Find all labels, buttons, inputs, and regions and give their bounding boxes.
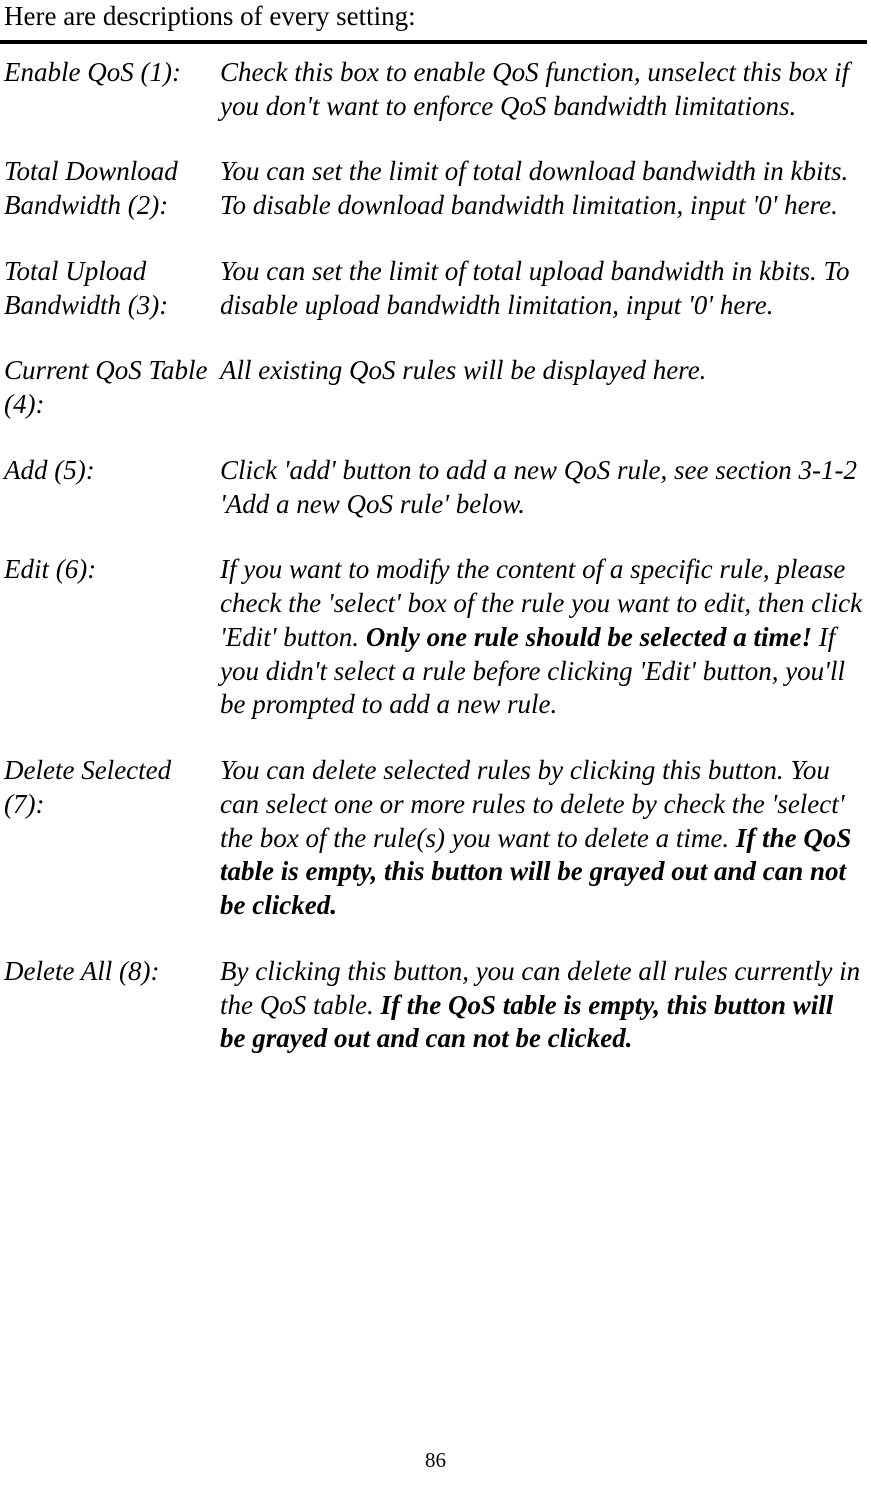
- page-number: 86: [0, 1448, 871, 1473]
- definition-term: Total Upload Bandwidth (3):: [0, 255, 220, 323]
- definition-description: Click 'add' button to add a new QoS rule…: [220, 454, 867, 522]
- definition-description: Check this box to enable QoS function, u…: [220, 56, 867, 124]
- desc-text: Check this box to enable QoS function, u…: [220, 57, 849, 121]
- definition-row: Total Upload Bandwidth (3): You can set …: [0, 255, 867, 323]
- desc-text: You can set the limit of total download …: [220, 156, 848, 220]
- definition-description: If you want to modify the content of a s…: [220, 553, 867, 722]
- definition-row: Add (5): Click 'add' button to add a new…: [0, 454, 867, 522]
- desc-bold: Only one rule should be selected a time!: [366, 622, 812, 652]
- definition-term: Delete Selected (7):: [0, 754, 220, 923]
- definition-term: Total Download Bandwidth (2):: [0, 155, 220, 223]
- definition-term: Edit (6):: [0, 553, 220, 722]
- definition-term: Enable QoS (1):: [0, 56, 220, 124]
- definition-row: Enable QoS (1): Check this box to enable…: [0, 56, 867, 124]
- definition-description: You can delete selected rules by clickin…: [220, 754, 867, 923]
- definition-row: Current QoS Table (4): All existing QoS …: [0, 354, 867, 422]
- desc-text: You can set the limit of total upload ba…: [220, 256, 850, 320]
- definition-row: Delete All (8): By clicking this button,…: [0, 955, 867, 1056]
- definition-description: You can set the limit of total download …: [220, 155, 867, 223]
- definition-row: Total Download Bandwidth (2): You can se…: [0, 155, 867, 223]
- definition-row: Edit (6): If you want to modify the cont…: [0, 553, 867, 722]
- definition-description: All existing QoS rules will be displayed…: [220, 354, 867, 422]
- desc-text: All existing QoS rules will be displayed…: [220, 355, 706, 385]
- definition-term: Current QoS Table (4):: [0, 354, 220, 422]
- desc-text: Click 'add' button to add a new QoS rule…: [220, 455, 857, 519]
- definition-row: Delete Selected (7): You can delete sele…: [0, 754, 867, 923]
- definition-term: Delete All (8):: [0, 955, 220, 1056]
- horizontal-rule: [0, 40, 867, 44]
- document-page: Here are descriptions of every setting: …: [0, 0, 871, 1487]
- definitions-list: Enable QoS (1): Check this box to enable…: [0, 56, 867, 1056]
- intro-text: Here are descriptions of every setting:: [0, 0, 867, 34]
- definition-term: Add (5):: [0, 454, 220, 522]
- definition-description: You can set the limit of total upload ba…: [220, 255, 867, 323]
- definition-description: By clicking this button, you can delete …: [220, 955, 867, 1056]
